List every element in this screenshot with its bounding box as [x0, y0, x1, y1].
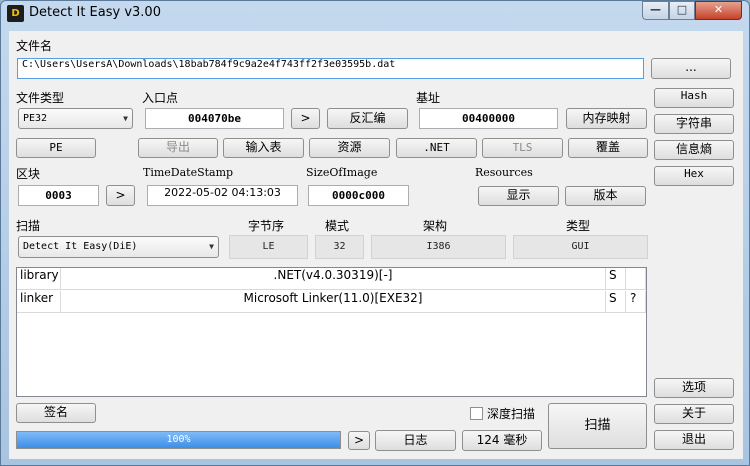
browse-button[interactable]: ...	[651, 58, 731, 79]
resources-button[interactable]: 资源	[309, 138, 390, 158]
base-address-label: 基址	[416, 91, 441, 105]
dotnet-button[interactable]: .NET	[396, 138, 477, 158]
signature-button[interactable]: 签名	[16, 403, 96, 423]
result-flag: S	[606, 291, 626, 313]
result-extra[interactable]	[626, 268, 646, 290]
endianness-label: 字节序	[248, 219, 285, 233]
import-button[interactable]: 输入表	[223, 138, 304, 158]
exit-button[interactable]: 退出	[654, 430, 734, 450]
table-row[interactable]: linker Microsoft Linker(11.0)[EXE32] S ?	[17, 291, 646, 313]
main-panel: 文件名 C:\Users\UsersA\Downloads\18bab784f9…	[9, 31, 743, 459]
file-type-value: PE32	[23, 113, 48, 124]
title-bar[interactable]: D Detect It Easy v3.00 — □ ✕	[1, 1, 749, 27]
minimize-icon: —	[650, 3, 661, 16]
minimize-button[interactable]: —	[642, 1, 669, 20]
chevron-down-icon: ▼	[209, 242, 214, 251]
overlay-button[interactable]: 覆盖	[568, 138, 648, 158]
entropy-button[interactable]: 信息熵	[654, 140, 734, 160]
export-button[interactable]: 导出	[138, 138, 218, 158]
architecture-label: 架构	[423, 219, 448, 233]
type-label: 类型	[566, 219, 591, 233]
hash-button[interactable]: Hash	[654, 88, 734, 108]
endianness-value: LE	[229, 235, 308, 259]
scan-engine-value: Detect It Easy(DiE)	[23, 241, 138, 252]
about-button[interactable]: 关于	[654, 404, 734, 424]
deep-scan-label: 深度扫描	[487, 407, 536, 421]
chevron-right-icon: >	[300, 111, 311, 125]
close-button[interactable]: ✕	[695, 1, 742, 20]
app-icon: D	[7, 5, 24, 22]
close-icon: ✕	[713, 3, 724, 16]
table-row[interactable]: library .NET(v4.0.30319)[-] S	[17, 268, 646, 290]
mode-value: 32	[315, 235, 364, 259]
chevron-right-icon: >	[115, 188, 126, 202]
architecture-value: I386	[371, 235, 506, 259]
mode-label: 模式	[325, 219, 350, 233]
sections-next-button[interactable]: >	[106, 185, 135, 206]
timestamp-field[interactable]: 2022-05-02 04:13:03	[147, 185, 298, 206]
strings-button[interactable]: 字符串	[654, 114, 734, 134]
file-name-label: 文件名	[16, 39, 53, 53]
resources-version-button[interactable]: 版本	[565, 186, 646, 206]
progress-text: 100%	[166, 434, 191, 445]
elapsed-time-button[interactable]: 124 毫秒	[462, 430, 542, 451]
chevron-down-icon: ▼	[123, 114, 128, 123]
sections-count-field[interactable]: 0003	[18, 185, 99, 206]
pe-button[interactable]: PE	[16, 138, 96, 158]
chevron-right-icon: >	[353, 433, 365, 447]
memory-map-button[interactable]: 内存映射	[566, 108, 647, 129]
result-kind: library	[17, 268, 61, 290]
results-table[interactable]: library .NET(v4.0.30319)[-] S linker Mic…	[16, 267, 647, 397]
tls-button[interactable]: TLS	[482, 138, 563, 158]
result-flag: S	[606, 268, 626, 290]
file-type-select[interactable]: PE32 ▼	[18, 108, 133, 129]
entry-point-field[interactable]: 004070be	[145, 108, 284, 129]
image-size-label: SizeOfImage	[306, 166, 378, 179]
resources-show-button[interactable]: 显示	[478, 186, 559, 206]
result-kind: linker	[17, 291, 61, 313]
file-path-input[interactable]: C:\Users\UsersA\Downloads\18bab784f9c9a2…	[17, 58, 644, 79]
window-title: Detect It Easy v3.00	[29, 5, 161, 20]
options-button[interactable]: 选项	[654, 378, 734, 398]
entry-point-next-button[interactable]: >	[291, 108, 320, 129]
file-type-label: 文件类型	[16, 91, 65, 105]
resources-label: Resources	[475, 166, 533, 179]
result-name: .NET(v4.0.30319)[-]	[61, 268, 606, 290]
image-size-field[interactable]: 0000c000	[308, 185, 409, 206]
sections-label: 区块	[16, 167, 41, 181]
scan-progress-bar: 100%	[16, 431, 341, 449]
deep-scan-checkbox[interactable]	[470, 407, 483, 420]
progress-next-button[interactable]: >	[348, 431, 370, 450]
entry-point-label: 入口点	[142, 91, 179, 105]
hex-button[interactable]: Hex	[654, 166, 734, 186]
log-button[interactable]: 日志	[375, 430, 456, 451]
timestamp-label: TimeDateStamp	[143, 166, 234, 179]
app-window: D Detect It Easy v3.00 — □ ✕ 文件名 C:\User…	[0, 0, 750, 466]
scan-button[interactable]: 扫描	[548, 403, 647, 449]
base-address-field[interactable]: 00400000	[419, 108, 558, 129]
result-name: Microsoft Linker(11.0)[EXE32]	[61, 291, 606, 313]
maximize-button[interactable]: □	[669, 1, 695, 20]
scan-engine-select[interactable]: Detect It Easy(DiE) ▼	[18, 236, 219, 258]
scan-label: 扫描	[16, 219, 41, 233]
disassemble-button[interactable]: 反汇编	[327, 108, 408, 129]
type-value: GUI	[513, 235, 648, 259]
maximize-icon: □	[676, 3, 688, 16]
result-extra[interactable]: ?	[626, 291, 646, 313]
